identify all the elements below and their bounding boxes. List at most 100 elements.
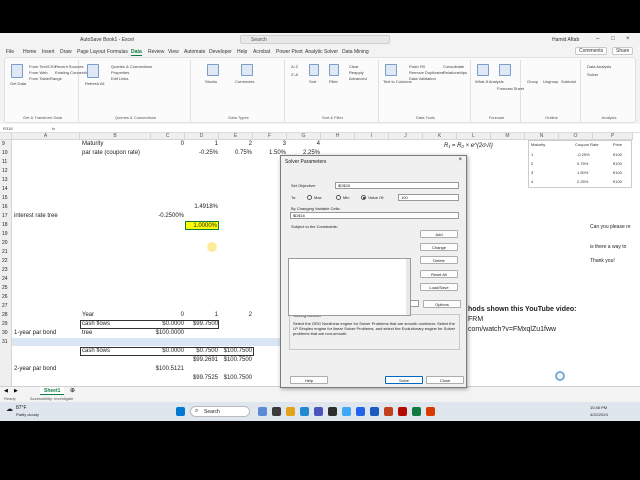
- column-header[interactable]: O: [559, 133, 593, 140]
- user-name[interactable]: Hamid Aftab: [552, 37, 579, 43]
- tab-acrobat[interactable]: Acrobat: [253, 49, 270, 55]
- sort-za-icon[interactable]: Z↓A: [291, 72, 298, 77]
- help-button[interactable]: Help: [290, 376, 328, 384]
- from-web-button[interactable]: From Web: [29, 70, 48, 75]
- close-icon[interactable]: ×: [458, 157, 462, 163]
- row-header[interactable]: 30: [2, 329, 8, 337]
- text-to-columns-button[interactable]: Text to Columns: [383, 79, 412, 84]
- row-header[interactable]: 31: [2, 338, 8, 346]
- fx-icon[interactable]: fx: [52, 126, 55, 131]
- row-header[interactable]: 18: [2, 221, 8, 229]
- row-header[interactable]: 24: [2, 275, 8, 283]
- tab-analytic-solver[interactable]: Analytic Solver: [305, 49, 338, 55]
- tab-automate[interactable]: Automate: [184, 49, 205, 55]
- delete-button[interactable]: Delete: [420, 256, 458, 264]
- cell-e31[interactable]: $100.7500: [219, 374, 252, 382]
- cell-d9[interactable]: 1: [185, 140, 218, 148]
- column-header[interactable]: D: [185, 133, 219, 140]
- row-header[interactable]: 9: [2, 140, 5, 148]
- next-sheet-icon[interactable]: ▶: [14, 388, 18, 394]
- acrobat-icon[interactable]: [398, 407, 407, 416]
- column-header[interactable]: N: [525, 133, 559, 140]
- column-header[interactable]: M: [491, 133, 525, 140]
- cell-e27[interactable]: $100.7500: [219, 347, 252, 355]
- advanced-button[interactable]: Advanced: [349, 76, 367, 81]
- data-validation-button[interactable]: Data Validation: [409, 76, 436, 81]
- cell-d31[interactable]: $99.7525: [185, 374, 218, 382]
- value-of-radio[interactable]: [361, 195, 366, 200]
- store-icon[interactable]: [328, 407, 337, 416]
- row-header[interactable]: 27: [2, 302, 8, 310]
- cell-d24[interactable]: $99.7500: [185, 320, 218, 328]
- options-button[interactable]: Options: [423, 300, 461, 308]
- currencies-button[interactable]: Currencies: [235, 79, 254, 84]
- row-header[interactable]: 11: [2, 158, 7, 166]
- task-view-icon[interactable]: [258, 407, 267, 416]
- tab-file[interactable]: File: [6, 49, 14, 55]
- add-button[interactable]: Add: [420, 230, 458, 238]
- cell-c24[interactable]: $0.0000: [151, 320, 184, 328]
- row-header[interactable]: 13: [2, 176, 8, 184]
- column-header[interactable]: B: [80, 133, 151, 140]
- cell-b10[interactable]: par rate (coupon rate): [82, 149, 140, 157]
- tab-page-layout[interactable]: Page Layout: [77, 49, 105, 55]
- row-header[interactable]: 15: [2, 194, 8, 202]
- chat-link[interactable]: com/watch?v=FMxqlZu1fww: [468, 326, 556, 334]
- solve-button[interactable]: Solve: [385, 376, 423, 384]
- refresh-all-button[interactable]: Refresh All: [85, 81, 104, 86]
- search-box[interactable]: Search: [240, 35, 390, 44]
- what-if-button[interactable]: What-If Analysis: [475, 79, 504, 84]
- recent-sources-button[interactable]: Recent Sources: [55, 64, 83, 69]
- weather-desc[interactable]: Partly cloudy: [16, 412, 39, 417]
- column-header[interactable]: J: [389, 133, 423, 140]
- reset-all-button[interactable]: Reset All: [420, 270, 458, 278]
- row-header[interactable]: 25: [2, 284, 8, 292]
- column-header[interactable]: A: [12, 133, 80, 140]
- cell-c9[interactable]: 0: [151, 140, 184, 148]
- row-header[interactable]: 29: [2, 320, 8, 328]
- cell-a25[interactable]: 1-year par bond: [14, 329, 56, 337]
- row-header[interactable]: 21: [2, 248, 8, 256]
- cell-e10[interactable]: 0.75%: [219, 149, 252, 157]
- clear-button[interactable]: Clear: [349, 64, 359, 69]
- excel-icon[interactable]: [412, 407, 421, 416]
- cell-g9[interactable]: 4: [287, 140, 320, 148]
- cell-e23[interactable]: 2: [219, 311, 252, 319]
- tab-draw[interactable]: Draw: [60, 49, 72, 55]
- row-header[interactable]: 12: [2, 167, 8, 175]
- column-header[interactable]: G: [287, 133, 321, 140]
- select-all-corner[interactable]: [0, 133, 12, 140]
- sort-az-icon[interactable]: A↓Z: [291, 64, 298, 69]
- cell-f9[interactable]: 3: [253, 140, 286, 148]
- cell-b27[interactable]: cash flows: [82, 347, 110, 355]
- tab-insert[interactable]: Insert: [42, 49, 55, 55]
- cell-b25[interactable]: tree: [82, 329, 92, 337]
- row-header[interactable]: 26: [2, 293, 8, 301]
- change-button[interactable]: Change: [420, 243, 458, 251]
- solver-button[interactable]: Solver: [587, 72, 598, 77]
- row-header[interactable]: 28: [2, 311, 8, 319]
- edge-icon[interactable]: [300, 407, 309, 416]
- column-header[interactable]: C: [151, 133, 185, 140]
- forecast-sheet-button[interactable]: Forecast Sheet: [497, 86, 524, 91]
- flash-fill-button[interactable]: Flash Fill: [409, 64, 425, 69]
- stocks-button[interactable]: Stocks: [205, 79, 217, 84]
- max-radio[interactable]: [307, 195, 312, 200]
- cell-c27[interactable]: $0.0000: [151, 347, 184, 355]
- subtotal-button[interactable]: Subtotal: [561, 79, 576, 84]
- tab-developer[interactable]: Developer: [209, 49, 232, 55]
- by-changing-input[interactable]: $D$16: [290, 212, 459, 219]
- settings-icon[interactable]: [342, 407, 351, 416]
- cell-c29[interactable]: $100.5121: [151, 365, 184, 373]
- outlook-icon[interactable]: [356, 407, 365, 416]
- cell-d16[interactable]: 1.4918%: [185, 203, 218, 211]
- row-header[interactable]: 19: [2, 230, 8, 238]
- minimize-icon[interactable]: –: [596, 36, 599, 42]
- cell-c17[interactable]: -0.2500%: [151, 212, 184, 220]
- tab-review[interactable]: Review: [148, 49, 164, 55]
- row-header[interactable]: 16: [2, 203, 8, 211]
- from-table-button[interactable]: From Table/Range: [29, 76, 62, 81]
- tab-power-pivot[interactable]: Power Pivot: [276, 49, 303, 55]
- cell-d27[interactable]: $0.7500: [185, 347, 218, 355]
- file-explorer-icon[interactable]: [286, 407, 295, 416]
